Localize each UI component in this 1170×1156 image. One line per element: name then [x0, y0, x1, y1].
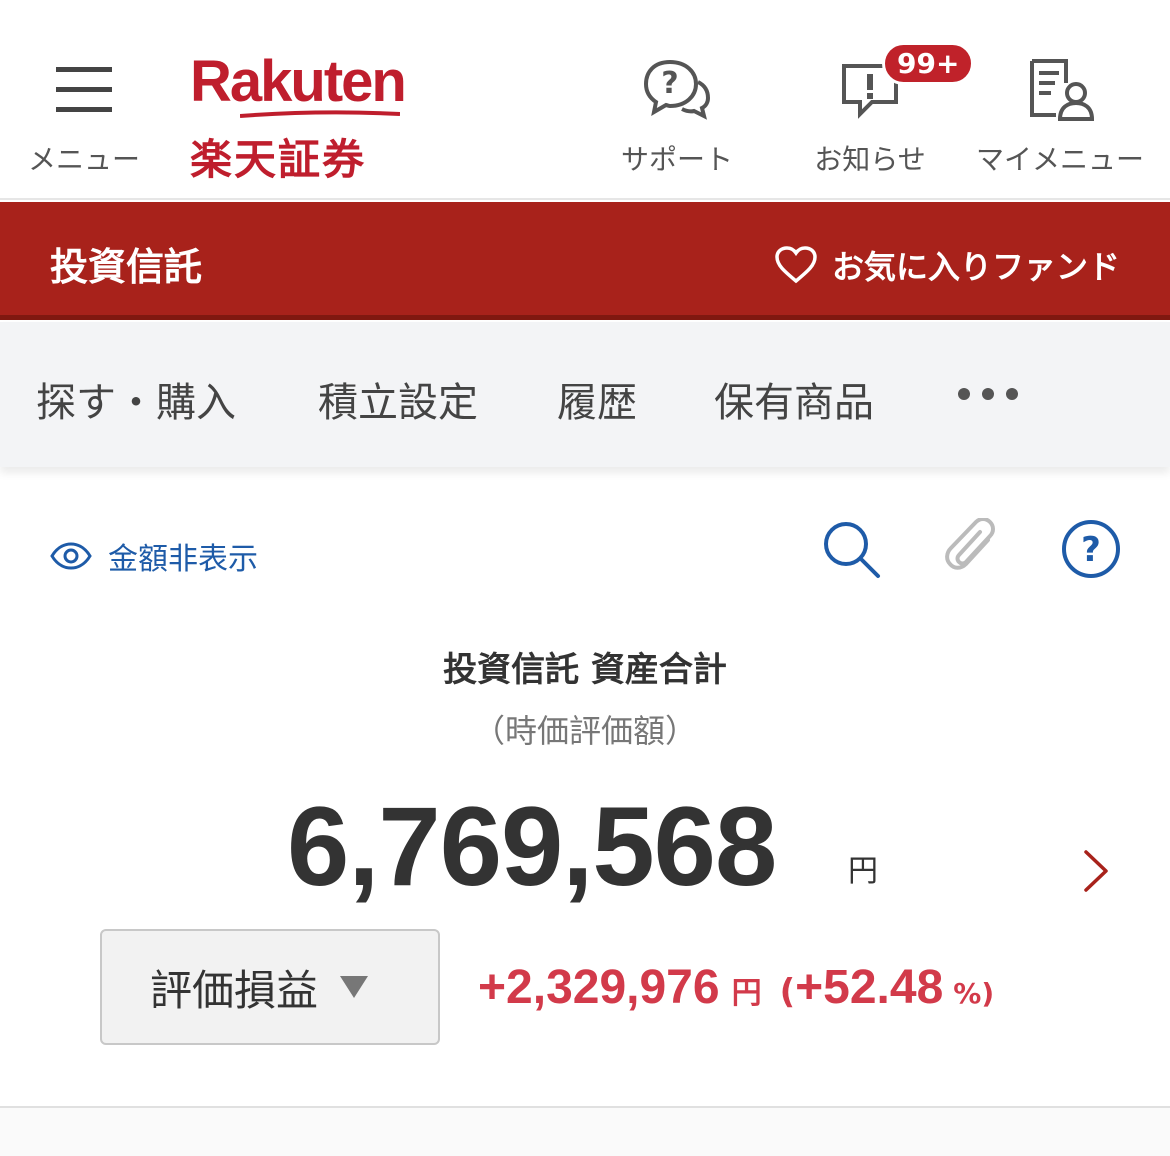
- tab-holdings[interactable]: 保有商品: [714, 370, 874, 428]
- clip-icon[interactable]: [944, 517, 1000, 584]
- pl-percent-unit: %): [953, 977, 995, 1010]
- total-unit: 円: [848, 854, 878, 889]
- pl-type-select-label: 評価損益: [150, 965, 319, 1015]
- mymenu-user-doc-icon: [1026, 50, 1094, 130]
- hide-amount-toggle[interactable]: 金額非表示: [50, 534, 258, 578]
- tab-history[interactable]: 履歴: [557, 370, 637, 428]
- pl-value: +2,329,976: [478, 961, 720, 1014]
- notice-badge: 99+: [882, 42, 975, 85]
- help-icon[interactable]: ?: [1060, 518, 1122, 584]
- support-button[interactable]: ? サポート: [612, 50, 742, 178]
- section-bar: 投資信託 お気に入りファンド: [0, 202, 1170, 320]
- hamburger-icon: [56, 50, 112, 130]
- mymenu-button[interactable]: マイメニュー: [975, 50, 1145, 178]
- heart-icon: [775, 246, 817, 284]
- favorite-funds-button[interactable]: お気に入りファンド: [774, 242, 1120, 288]
- notice-label: お知らせ: [814, 143, 926, 176]
- eye-icon: [50, 542, 92, 570]
- tab-search-buy[interactable]: 探す・購入: [36, 370, 236, 428]
- notice-bubble-icon: 99+: [838, 42, 975, 130]
- pl-paren-open: (: [779, 972, 796, 1012]
- more-tabs-icon[interactable]: [958, 388, 1018, 400]
- search-icon[interactable]: [820, 518, 882, 584]
- hide-amount-label: 金額非表示: [108, 542, 258, 577]
- svg-text:?: ?: [661, 66, 678, 101]
- section-title: 投資信託: [50, 245, 203, 289]
- pl-unit: 円: [731, 976, 762, 1011]
- app-header: メニュー Rakuten 楽天証券 ? サポート 99+ お知らせ マイメニュー: [0, 0, 1170, 200]
- support-chat-icon: ?: [642, 50, 712, 130]
- svg-text:?: ?: [1081, 530, 1101, 570]
- profit-loss: +2,329,976 円 ( +52.48 %): [478, 960, 994, 1015]
- logo-text-jp: 楽天証券: [190, 135, 367, 184]
- logo-text-en: Rakuten: [190, 49, 407, 114]
- logo-swoosh-icon: [240, 110, 400, 118]
- pl-percent: +52.48: [795, 961, 944, 1014]
- chevron-right-icon[interactable]: [1082, 848, 1112, 898]
- menu-button[interactable]: メニュー: [28, 50, 140, 178]
- summary-subtitle: （時価評価額）: [472, 712, 697, 750]
- mymenu-label: マイメニュー: [975, 143, 1144, 176]
- favorite-funds-label: お気に入りファンド: [831, 248, 1120, 286]
- next-section-peek: [0, 1108, 1170, 1156]
- tab-accumulation-settings[interactable]: 積立設定: [318, 370, 478, 428]
- summary-title: 投資信託 資産合計: [443, 650, 727, 690]
- pl-type-select[interactable]: 評価損益: [100, 929, 440, 1045]
- notice-button[interactable]: 99+ お知らせ: [800, 42, 975, 178]
- rakuten-logo[interactable]: Rakuten 楽天証券: [190, 49, 407, 187]
- sub-nav-tabs: 探す・購入 積立設定 履歴 保有商品: [0, 322, 1170, 467]
- total-value: 6,769,568: [287, 784, 777, 909]
- dropdown-arrow-icon: [340, 976, 369, 998]
- menu-label: メニュー: [28, 143, 141, 176]
- support-label: サポート: [620, 143, 733, 176]
